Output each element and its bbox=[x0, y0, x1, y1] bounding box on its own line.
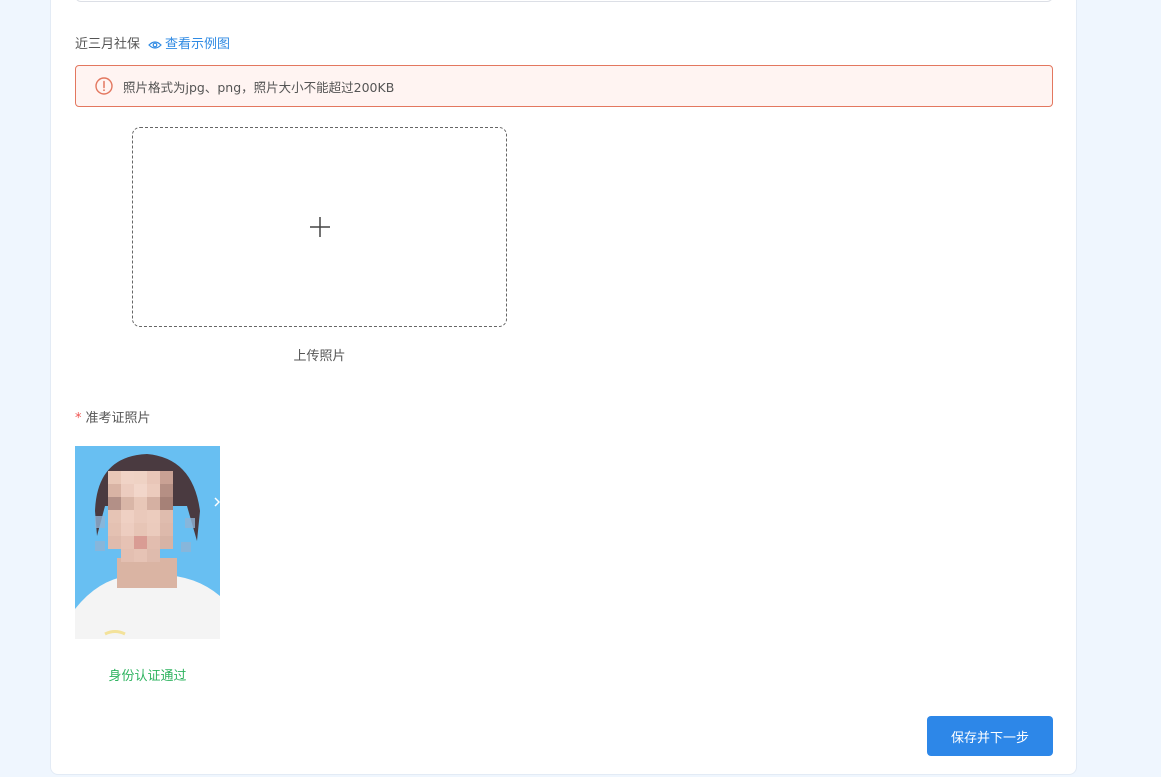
view-example-link[interactable]: 查看示例图 bbox=[148, 36, 230, 54]
exam-photo-image[interactable] bbox=[75, 446, 220, 639]
plus-icon bbox=[309, 217, 330, 237]
social-security-field: 近三月社保 查看示例图 bbox=[75, 36, 230, 54]
form-card bbox=[50, 0, 1077, 775]
save-and-next-button[interactable]: 保存并下一步 bbox=[927, 716, 1053, 756]
format-alert: 照片格式为jpg、png，照片大小不能超过200KB bbox=[75, 65, 1053, 107]
exclamation-circle-icon bbox=[95, 77, 113, 95]
identity-verified-status: 身份认证通过 bbox=[108, 669, 187, 684]
exam-photo-label: * 准考证照片 bbox=[75, 407, 151, 426]
required-asterisk: * bbox=[75, 411, 82, 426]
social-security-label: 近三月社保 bbox=[75, 37, 141, 52]
previous-textarea[interactable]: ⤡ bbox=[75, 0, 1053, 2]
exam-photo-label-text: 准考证照片 bbox=[85, 411, 151, 426]
view-example-label: 查看示例图 bbox=[165, 37, 231, 52]
photo-upload-area[interactable] bbox=[132, 127, 507, 327]
alert-message: 照片格式为jpg、png，照片大小不能超过200KB bbox=[123, 79, 395, 95]
eye-icon bbox=[148, 41, 162, 49]
upload-caption: 上传照片 bbox=[293, 349, 346, 364]
